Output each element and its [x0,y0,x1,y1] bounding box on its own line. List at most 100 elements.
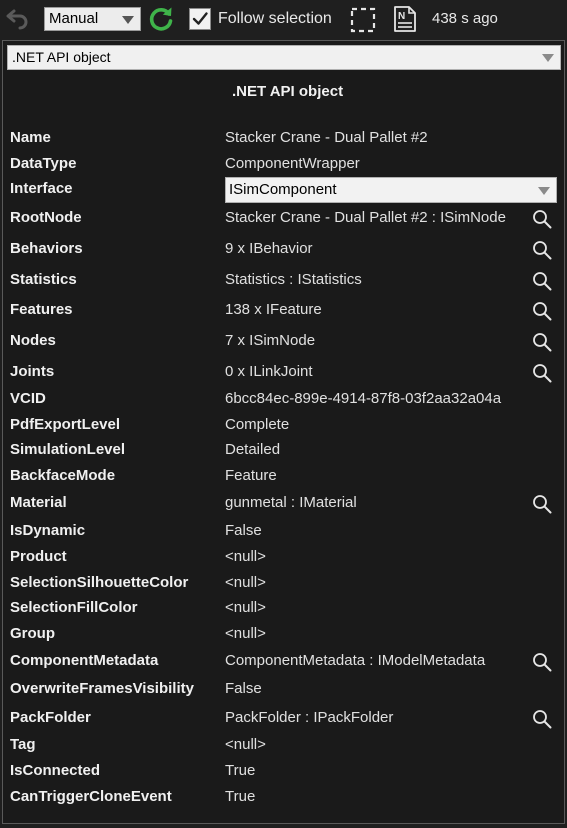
property-name: BackfaceMode [10,467,116,484]
chevron-down-icon [538,187,550,195]
property-value: Feature [225,467,277,484]
property-row: Name Stacker Crane - Dual Pallet #2 [3,127,564,151]
property-row: Behaviors 9 x IBehavior [3,238,564,262]
property-value: <null> [225,625,266,642]
property-name: Behaviors [10,240,83,257]
search-icon[interactable] [531,208,553,230]
property-value: <null> [225,736,266,753]
property-row: PackFolder PackFolder : IPackFolder [3,707,564,731]
property-value: Stacker Crane - Dual Pallet #2 : ISimNod… [225,209,506,226]
property-value: False [225,680,262,697]
property-name: Material [10,494,67,511]
property-row: Nodes 7 x ISimNode [3,330,564,354]
property-value: 0 x ILinkJoint [225,363,313,380]
property-row: BackfaceMode Feature [3,465,564,489]
property-value: Detailed [225,441,281,458]
property-row: ComponentMetadata ComponentMetadata : IMo… [3,650,564,674]
property-name: Joints [10,363,55,380]
property-name: Tag [10,736,36,753]
panel-title-text: .NET API object [231,83,344,100]
property-name: Group [10,625,55,642]
property-panel: .NET API object .NET API object Name Stac… [2,40,565,824]
property-name: ComponentMetadata [10,652,159,669]
property-name: Interface [10,180,73,197]
object-type-value: .NET API object [12,49,111,65]
property-value: 7 x ISimNode [225,332,316,349]
property-name: RootNode [10,209,82,226]
selection-frame-icon[interactable] [350,7,376,33]
document-icon-glyph: N [398,11,405,22]
property-row: Group <null> [3,623,564,647]
follow-selection-checkbox[interactable] [189,8,211,30]
search-icon[interactable] [531,331,553,353]
property-value: Stacker Crane - Dual Pallet #2 [225,129,428,146]
search-icon[interactable] [531,270,553,292]
property-row: DataType ComponentWrapper [3,153,564,177]
property-row: VCID 6bcc84ec-899e-4914-87f8-03f2aa32a04a [3,388,564,412]
property-row: OverwriteFramesVisibility False [3,678,564,702]
search-icon[interactable] [531,708,553,730]
property-name: DataType [10,155,77,172]
property-row: Joints 0 x ILinkJoint [3,361,564,385]
search-icon[interactable] [531,239,553,261]
property-row: CanTriggerCloneEvent True [3,786,564,810]
property-row: RootNode Stacker Crane - Dual Pallet #2 :… [3,207,564,231]
property-row: SelectionFillColor <null> [3,597,564,621]
property-name: Name [10,129,51,146]
property-value: True [225,762,256,779]
chevron-down-icon [122,16,134,24]
property-name: OverwriteFramesVisibility [10,680,194,697]
property-name: Statistics [10,271,77,288]
property-value: False [225,522,262,539]
search-icon[interactable] [531,651,553,673]
property-row: SimulationLevel Detailed [3,439,564,463]
property-name: Features [10,301,73,318]
search-icon[interactable] [531,362,553,384]
property-name: VCID [10,390,46,407]
interface-dropdown[interactable]: ISimComponent [225,177,557,203]
property-value: 138 x IFeature [225,301,322,318]
toolbar: Manual Follow selection N 438 s ago [0,0,567,38]
property-row: SelectionSilhouetteColor <null> [3,572,564,596]
follow-selection-label[interactable]: Follow selection [218,9,332,29]
property-row: Features 138 x IFeature [3,299,564,323]
refresh-icon[interactable] [147,5,175,33]
property-name: CanTriggerCloneEvent [10,788,172,805]
property-value: <null> [225,599,266,616]
property-name: IsDynamic [10,522,86,539]
undo-arrow-icon [6,9,28,30]
property-value: 9 x IBehavior [225,240,313,257]
chevron-down-icon [542,54,554,62]
property-row: Product <null> [3,546,564,570]
object-type-dropdown[interactable]: .NET API object [7,45,561,70]
property-name: PackFolder [10,709,91,726]
property-value: ComponentWrapper [225,155,360,172]
search-icon[interactable] [531,300,553,322]
property-row: Statistics Statistics : IStatistics [3,269,564,293]
property-row: Interface ISimComponent [3,177,564,203]
panel-title: .NET API object [3,83,566,100]
mode-dropdown-value: Manual [49,10,99,27]
property-name: Product [10,548,67,565]
document-icon[interactable]: N [392,5,418,33]
search-icon[interactable] [531,493,553,515]
property-name: Nodes [10,332,56,349]
property-value: Complete [225,416,290,433]
property-name: SelectionFillColor [10,599,138,616]
property-value: <null> [225,548,266,565]
property-name: PdfExportLevel [10,416,121,433]
checkmark-icon [192,12,208,25]
property-value: True [225,788,256,805]
property-name: SimulationLevel [10,441,126,458]
property-value: ComponentMetadata : IModelMetadata [225,652,486,669]
mode-dropdown[interactable]: Manual [44,7,141,31]
property-name: SelectionSilhouetteColor [10,574,189,591]
property-value: PackFolder : IPackFolder [225,709,394,726]
property-row: IsConnected True [3,760,564,784]
undo-icon[interactable] [4,6,32,32]
property-value: <null> [225,574,266,591]
property-value: 6bcc84ec-899e-4914-87f8-03f2aa32a04a [225,390,502,407]
interface-dropdown-value: ISimComponent [229,181,337,198]
property-row: IsDynamic False [3,520,564,544]
property-value: Statistics : IStatistics [225,271,362,288]
